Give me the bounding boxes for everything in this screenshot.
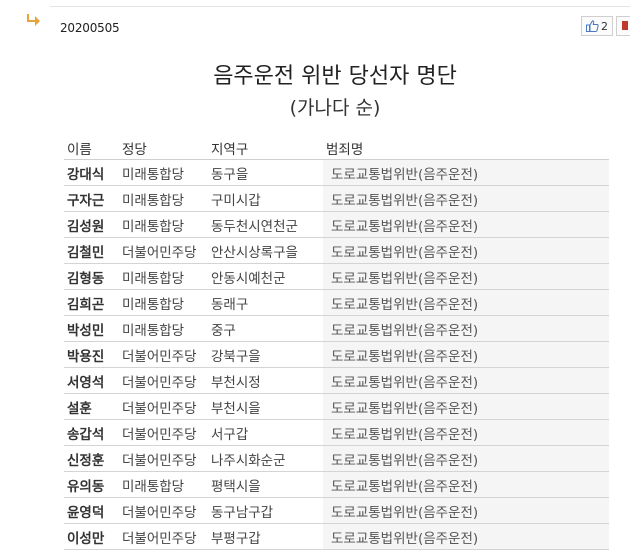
top-divider	[50, 6, 630, 7]
cell-crime: 도로교통법위반(음주운전)	[323, 159, 609, 186]
cell-crime: 도로교통법위반(음주운전)	[323, 315, 609, 342]
cell-name: 박용진	[64, 341, 119, 368]
table-row: 신정훈 더불어민주당 나주시화순군 도로교통법위반(음주운전)	[64, 445, 609, 472]
like-button[interactable]: 2	[581, 16, 613, 36]
cell-district: 동구남구갑	[208, 497, 323, 524]
table-row: 박용진 더불어민주당 강북구을 도로교통법위반(음주운전)	[64, 341, 609, 368]
table-row: 설훈 더불어민주당 부천시을 도로교통법위반(음주운전)	[64, 393, 609, 420]
table-row: 서영석 더불어민주당 부천시정 도로교통법위반(음주운전)	[64, 367, 609, 394]
cell-crime: 도로교통법위반(음주운전)	[323, 419, 609, 446]
table-row: 유의동 미래통합당 평택시을 도로교통법위반(음주운전)	[64, 471, 609, 498]
post-subtitle: (가나다 순)	[289, 97, 381, 119]
cell-name: 설훈	[64, 393, 119, 420]
cell-crime: 도로교통법위반(음주운전)	[323, 523, 609, 550]
cell-party: 더불어민주당	[119, 237, 208, 264]
cell-name: 윤영덕	[64, 497, 119, 524]
table-row: 김성원 미래통합당 동두천시연천군 도로교통법위반(음주운전)	[64, 211, 609, 238]
reply-arrow-icon	[27, 14, 40, 26]
header-district: 지역구	[208, 136, 323, 160]
cell-crime: 도로교통법위반(음주운전)	[323, 497, 609, 524]
cell-party: 더불어민주당	[119, 341, 208, 368]
cell-district: 중구	[208, 315, 323, 342]
cell-party: 더불어민주당	[119, 445, 208, 472]
cell-party: 더불어민주당	[119, 497, 208, 524]
cell-name: 김희곤	[64, 289, 119, 316]
cell-crime: 도로교통법위반(음주운전)	[323, 237, 609, 264]
cell-crime: 도로교통법위반(음주운전)	[323, 445, 609, 472]
cell-district: 평택시을	[208, 471, 323, 498]
cell-district: 부천시정	[208, 367, 323, 394]
cell-name: 강대식	[64, 159, 119, 186]
cell-party: 더불어민주당	[119, 523, 208, 550]
cell-crime: 도로교통법위반(음주운전)	[323, 367, 609, 394]
header-name: 이름	[64, 136, 119, 160]
header-party: 정당	[119, 136, 208, 160]
cell-district: 안동시예천군	[208, 263, 323, 290]
cell-party: 미래통합당	[119, 289, 208, 316]
cell-district: 구미시갑	[208, 185, 323, 212]
cell-crime: 도로교통법위반(음주운전)	[323, 211, 609, 238]
cell-party: 미래통합당	[119, 263, 208, 290]
table-row: 구자근 미래통합당 구미시갑 도로교통법위반(음주운전)	[64, 185, 609, 212]
cell-name: 유의동	[64, 471, 119, 498]
table-row: 강대식 미래통합당 동구을 도로교통법위반(음주운전)	[64, 159, 609, 186]
cell-crime: 도로교통법위반(음주운전)	[323, 263, 609, 290]
post-title: 음주운전 위반 당선자 명단	[213, 64, 457, 89]
table-header-row: 이름 정당 지역구 범죄명	[64, 136, 609, 160]
cell-crime: 도로교통법위반(음주운전)	[323, 185, 609, 212]
table-row: 김희곤 미래통합당 동래구 도로교통법위반(음주운전)	[64, 289, 609, 316]
cell-party: 더불어민주당	[119, 367, 208, 394]
cell-name: 구자근	[64, 185, 119, 212]
cell-name: 김철민	[64, 237, 119, 264]
header-offense: 범죄명	[323, 136, 609, 160]
table-row: 송갑석 더불어민주당 서구갑 도로교통법위반(음주운전)	[64, 419, 609, 446]
cell-district: 나주시화순군	[208, 445, 323, 472]
cell-district: 부평구갑	[208, 523, 323, 550]
cell-district: 동두천시연천군	[208, 211, 323, 238]
cell-district: 서구갑	[208, 419, 323, 446]
cell-name: 박성민	[64, 315, 119, 342]
cell-party: 미래통합당	[119, 471, 208, 498]
cell-district: 부천시을	[208, 393, 323, 420]
flag-icon	[622, 21, 628, 30]
table-row: 윤영덕 더불어민주당 동구남구갑 도로교통법위반(음주운전)	[64, 497, 609, 524]
table-row: 김철민 더불어민주당 안산시상록구을 도로교통법위반(음주운전)	[64, 237, 609, 264]
cell-district: 동구을	[208, 159, 323, 186]
report-button[interactable]	[616, 16, 630, 36]
like-count: 2	[601, 19, 608, 33]
cell-party: 미래통합당	[119, 315, 208, 342]
table-row: 김형동 미래통합당 안동시예천군 도로교통법위반(음주운전)	[64, 263, 609, 290]
candidate-table: 이름 정당 지역구 범죄명 강대식 미래통합당 동구을 도로교통법위반(음주운전) 구자…	[64, 136, 609, 550]
cell-crime: 도로교통법위반(음주운전)	[323, 341, 609, 368]
cell-name: 김성원	[64, 211, 119, 238]
table-row: 박성민 미래통합당 중구 도로교통법위반(음주운전)	[64, 315, 609, 342]
cell-party: 미래통합당	[119, 185, 208, 212]
cell-party: 미래통합당	[119, 159, 208, 186]
cell-district: 강북구을	[208, 341, 323, 368]
cell-district: 안산시상록구을	[208, 237, 323, 264]
cell-crime: 도로교통법위반(음주운전)	[323, 393, 609, 420]
cell-party: 더불어민주당	[119, 393, 208, 420]
post-date: 20200505	[60, 21, 120, 35]
thumbs-up-icon	[586, 20, 599, 32]
cell-party: 더불어민주당	[119, 419, 208, 446]
cell-crime: 도로교통법위반(음주운전)	[323, 289, 609, 316]
cell-district: 동래구	[208, 289, 323, 316]
table-row: 이성만 더불어민주당 부평구갑 도로교통법위반(음주운전)	[64, 523, 609, 550]
cell-crime: 도로교통법위반(음주운전)	[323, 471, 609, 498]
cell-party: 미래통합당	[119, 211, 208, 238]
cell-name: 신정훈	[64, 445, 119, 472]
cell-name: 서영석	[64, 367, 119, 394]
cell-name: 송갑석	[64, 419, 119, 446]
cell-name: 김형동	[64, 263, 119, 290]
cell-name: 이성만	[64, 523, 119, 550]
